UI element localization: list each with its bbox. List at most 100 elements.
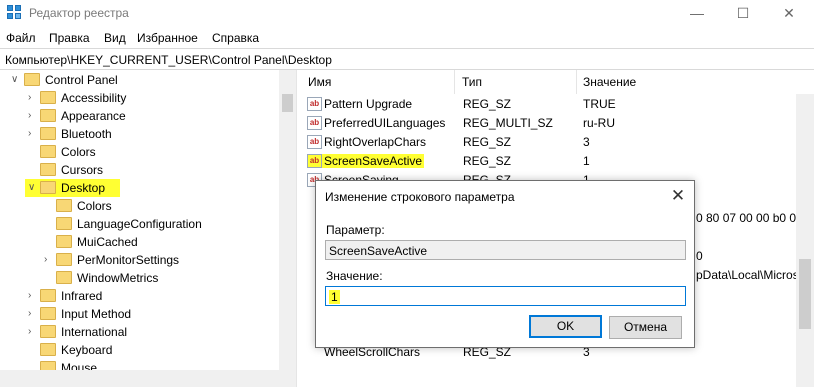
folder-icon	[24, 73, 40, 86]
tree-item-permonitorsettings[interactable]: › PerMonitorSettings	[0, 251, 280, 269]
menu-file[interactable]: Файл	[6, 31, 36, 45]
tree-item-appearance[interactable]: › Appearance	[0, 107, 280, 125]
expand-icon[interactable]: ›	[44, 252, 54, 268]
close-window-button[interactable]: ✕	[766, 0, 812, 27]
tree-item-label: Accessibility	[61, 91, 127, 105]
cancel-button[interactable]: Отмена	[609, 316, 682, 339]
menu-view[interactable]: Вид	[104, 31, 126, 45]
tree-item-languageconfiguration[interactable]: LanguageConfiguration	[0, 215, 280, 233]
expand-icon[interactable]: ›	[28, 108, 38, 124]
tree-vertical-scrollbar[interactable]	[279, 70, 296, 370]
collapse-icon[interactable]: ∨	[11, 72, 21, 88]
list-header: Имя Тип Значение	[302, 70, 814, 94]
minimize-button[interactable]: —	[674, 0, 720, 27]
tree-item-accessibility[interactable]: › Accessibility	[0, 89, 280, 107]
folder-icon	[40, 289, 56, 302]
regedit-app-icon	[7, 5, 23, 21]
value-data: 3	[583, 135, 590, 149]
tree-item-infrared[interactable]: › Infrared	[0, 287, 280, 305]
address-bar[interactable]: Компьютер\HKEY_CURRENT_USER\Control Pane…	[0, 48, 814, 70]
value-data: TRUE	[583, 97, 616, 111]
folder-icon	[40, 181, 56, 194]
title-bar: Редактор реестра — ☐ ✕	[0, 0, 814, 27]
list-item[interactable]: ab PreferredUILanguages REG_MULTI_SZ ru-…	[302, 114, 792, 133]
ok-button[interactable]: OK	[529, 315, 602, 338]
column-header-type[interactable]: Тип	[462, 75, 482, 89]
value-type: REG_SZ	[463, 97, 512, 111]
folder-icon	[56, 253, 72, 266]
tree-item-desktop-colors[interactable]: Colors	[0, 197, 280, 215]
expand-icon[interactable]: ›	[28, 306, 38, 322]
string-value-icon: ab	[307, 154, 322, 168]
tree-item-keyboard[interactable]: Keyboard	[0, 341, 280, 359]
value-data: 1	[583, 154, 590, 168]
value-type: REG_MULTI_SZ	[463, 116, 553, 130]
tree-item-bluetooth[interactable]: › Bluetooth	[0, 125, 280, 143]
value-name: Pattern Upgrade	[324, 97, 413, 111]
value-text: 1	[329, 290, 340, 304]
expand-icon[interactable]: ›	[28, 288, 38, 304]
list-vertical-scrollbar[interactable]	[796, 94, 814, 387]
menu-help[interactable]: Справка	[212, 31, 259, 45]
list-item-selected[interactable]: ab ScreenSaveActive REG_SZ 1	[302, 152, 792, 171]
tree-item-label: Desktop	[61, 181, 106, 195]
tree-item-colors[interactable]: Colors	[0, 143, 280, 161]
tree-item-label: Bluetooth	[61, 127, 112, 141]
dialog-title: Изменение строкового параметра	[325, 190, 515, 204]
value-name: RightOverlapChars	[324, 135, 427, 149]
scrollbar-thumb[interactable]	[282, 94, 293, 112]
column-divider[interactable]	[454, 70, 455, 94]
expand-icon[interactable]: ›	[28, 126, 38, 142]
tree-item-international[interactable]: › International	[0, 323, 280, 341]
tree-item-windowmetrics[interactable]: WindowMetrics	[0, 269, 280, 287]
folder-icon	[56, 235, 72, 248]
address-path[interactable]: Компьютер\HKEY_CURRENT_USER\Control Pane…	[5, 53, 332, 67]
folder-icon	[56, 271, 72, 284]
menu-edit[interactable]: Правка	[49, 31, 90, 45]
tree-item-label: Colors	[61, 145, 96, 159]
tree-item-label: International	[61, 325, 128, 339]
tree-item-label: Appearance	[61, 109, 126, 123]
folder-icon	[40, 145, 56, 158]
tree-item-cursors[interactable]: Cursors	[0, 161, 280, 179]
tree-item-label: Keyboard	[61, 343, 113, 357]
tree-item-muicached[interactable]: MuiCached	[0, 233, 280, 251]
folder-icon	[40, 343, 56, 356]
folder-icon	[56, 199, 72, 212]
folder-icon	[40, 163, 56, 176]
partial-value: 0	[696, 249, 703, 263]
column-header-name[interactable]: Имя	[308, 75, 331, 89]
maximize-button[interactable]: ☐	[720, 0, 766, 27]
string-value-icon: ab	[307, 135, 322, 149]
param-name-field: ScreenSaveActive	[325, 240, 686, 260]
folder-icon	[40, 307, 56, 320]
expand-icon[interactable]: ›	[28, 90, 38, 106]
window-title: Редактор реестра	[29, 6, 129, 20]
folder-icon	[40, 91, 56, 104]
column-divider[interactable]	[576, 70, 577, 94]
dialog-close-button[interactable]: ✕	[662, 183, 694, 209]
value-data-input[interactable]: 1	[325, 286, 686, 306]
value-type: REG_SZ	[463, 154, 512, 168]
value-label: Значение:	[326, 269, 383, 283]
collapse-icon[interactable]: ∨	[28, 180, 38, 196]
value-name: ScreenSaveActive	[322, 154, 425, 168]
tree-item-control-panel[interactable]: ∨ Control Panel	[0, 71, 280, 89]
value-data: ru-RU	[583, 116, 615, 130]
list-item[interactable]: ab Pattern Upgrade REG_SZ TRUE	[302, 95, 792, 114]
scrollbar-thumb[interactable]	[799, 259, 811, 329]
tree-item-label: Input Method	[61, 307, 132, 321]
tree-item-label: WindowMetrics	[77, 271, 159, 285]
tree-horizontal-scrollbar[interactable]	[0, 370, 296, 387]
tree-item-desktop[interactable]: ∨ Desktop	[0, 179, 280, 197]
tree-item-label: LanguageConfiguration	[77, 217, 202, 231]
menu-bar: Файл Правка Вид Избранное Справка	[0, 27, 814, 48]
partial-value: pData\Local\Micros	[696, 268, 799, 282]
column-header-value[interactable]: Значение	[583, 75, 636, 89]
list-item[interactable]: ab RightOverlapChars REG_SZ 3	[302, 133, 792, 152]
folder-icon	[56, 217, 72, 230]
tree-item-label: Infrared	[61, 289, 103, 303]
expand-icon[interactable]: ›	[28, 324, 38, 340]
tree-item-input-method[interactable]: › Input Method	[0, 305, 280, 323]
menu-favorites[interactable]: Избранное	[137, 31, 198, 45]
